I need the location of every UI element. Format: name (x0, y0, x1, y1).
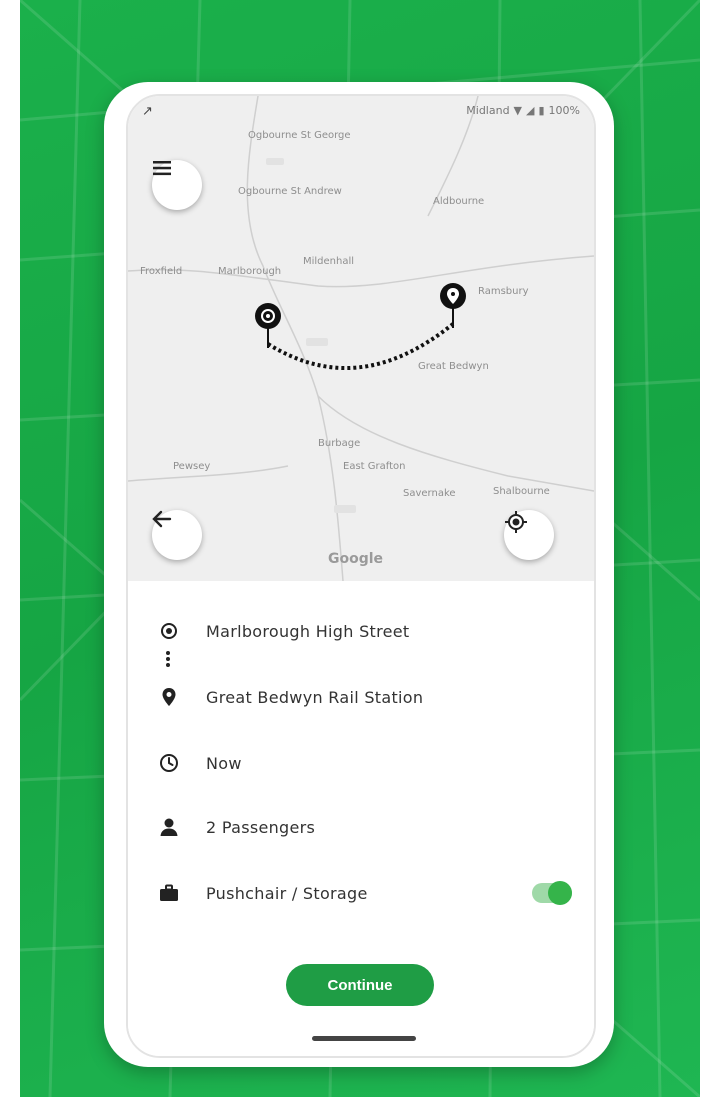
map-label: Burbage (318, 438, 361, 449)
map-label: Ogbourne St Andrew (238, 186, 342, 197)
person-icon (154, 817, 184, 837)
clock-icon (154, 753, 184, 773)
crosshair-icon (505, 511, 527, 533)
map-label: Pewsey (173, 461, 211, 472)
menu-button[interactable] (152, 160, 202, 210)
map-label: Froxfield (140, 266, 183, 277)
storage-label: Pushchair / Storage (206, 883, 368, 903)
locate-me-button[interactable] (504, 510, 554, 560)
hamburger-icon (153, 161, 171, 176)
map-label: East Grafton (343, 461, 406, 472)
app-screen: ↗ Midland ▼ ◢ ▮ 100% Ogbourne St George … (126, 94, 596, 1058)
map-label: Ramsbury (478, 286, 529, 297)
map-label: Shalbourne (493, 486, 550, 497)
destination-field[interactable]: Great Bedwyn Rail Station (128, 677, 594, 717)
time-label: Now (206, 753, 242, 773)
map-label: Marlborough (218, 266, 282, 277)
target-icon (154, 622, 184, 640)
signal-icon: ↗ (142, 104, 153, 119)
wifi-icon: ▼ (513, 104, 523, 117)
continue-button[interactable]: Continue (286, 964, 434, 1006)
arrow-left-icon (152, 510, 172, 528)
storage-toggle[interactable] (532, 881, 572, 905)
destination-label: Great Bedwyn Rail Station (206, 687, 424, 707)
map-label: Aldbourne (433, 196, 485, 207)
map-label: Great Bedwyn (418, 361, 489, 372)
battery-icon: ▮ (538, 104, 545, 117)
toggle-knob (548, 881, 572, 905)
status-bar: ↗ Midland ▼ ◢ ▮ 100% (128, 96, 594, 130)
storage-field: Pushchair / Storage (128, 873, 594, 913)
back-button[interactable] (152, 510, 202, 560)
passengers-label: 2 Passengers (206, 817, 316, 837)
briefcase-icon (154, 884, 184, 902)
destination-pin-icon (440, 283, 466, 328)
map-label: Mildenhall (303, 256, 355, 267)
passengers-field[interactable]: 2 Passengers (128, 807, 594, 847)
map-label: Savernake (403, 488, 456, 499)
home-indicator[interactable] (312, 1036, 416, 1041)
origin-pin-icon (255, 303, 281, 348)
map-label: Ogbourne St George (248, 130, 351, 141)
route-connector (166, 649, 172, 669)
google-attribution: Google (328, 551, 384, 567)
location-pin-icon (154, 687, 184, 707)
carrier-label: Midland (466, 104, 510, 117)
cell-signal-icon: ◢ (526, 104, 535, 117)
battery-label: 100% (548, 104, 580, 117)
origin-field[interactable]: Marlborough High Street (128, 611, 594, 651)
time-field[interactable]: Now (128, 743, 594, 783)
origin-label: Marlborough High Street (206, 621, 410, 641)
map-view[interactable]: ↗ Midland ▼ ◢ ▮ 100% Ogbourne St George … (128, 96, 594, 581)
phone-frame: ↗ Midland ▼ ◢ ▮ 100% Ogbourne St George … (104, 82, 614, 1067)
